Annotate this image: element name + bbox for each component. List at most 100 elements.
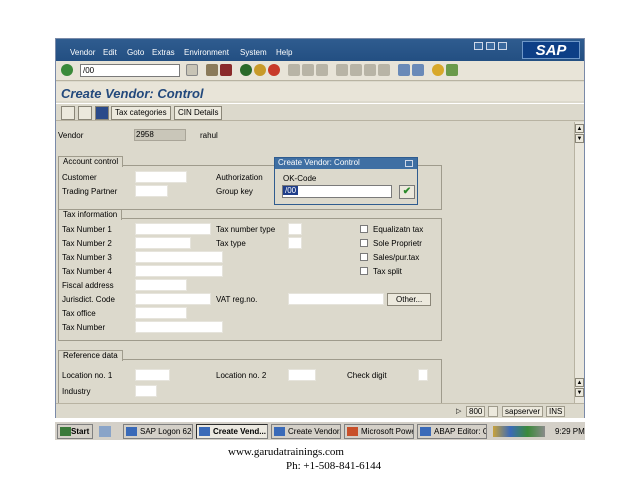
menu-edit[interactable]: Edit [103,48,117,57]
dropdown-icon[interactable] [186,64,198,76]
menu-system[interactable]: System [240,48,267,57]
trading-partner-field[interactable] [135,185,168,197]
scroll-down-icon[interactable]: ▼ [575,134,584,143]
tax-number-3-label: Tax Number 3 [62,253,112,262]
tray-icons[interactable] [493,426,545,437]
tax-number-1-field[interactable] [135,223,211,235]
tax-office-field[interactable] [135,307,187,319]
other-button[interactable]: Other... [387,293,432,306]
help-icon[interactable] [432,64,444,76]
print-icon[interactable] [288,64,300,76]
command-field[interactable]: /00 [80,64,180,77]
menu-goto[interactable]: Goto [127,48,144,57]
confirm-check-icon[interactable]: ✔ [399,185,415,199]
back-icon[interactable] [240,64,252,76]
tax-number-1-label: Tax Number 1 [62,225,112,234]
previous-page-icon[interactable] [350,64,362,76]
reference-data-title: Reference data [58,350,123,361]
tax-number-label: Tax Number [62,323,106,332]
vertical-scrollbar[interactable]: ▲ ▼ ▲ ▼ [574,122,584,403]
tax-number-2-label: Tax Number 2 [62,239,112,248]
vat-reg-field[interactable] [288,293,384,305]
task-label: Microsoft Powe... [361,427,413,436]
layout-icon[interactable] [446,64,458,76]
tax-office-label: Tax office [62,309,96,318]
display-change-icon[interactable] [61,106,75,120]
windows-icon [60,427,71,436]
task-abap-editor[interactable]: ABAP Editor: C... [417,424,487,439]
tax-number-4-field[interactable] [135,265,223,277]
page-title: Create Vendor: Control [61,86,204,101]
next-page-icon[interactable] [364,64,376,76]
ok-code-input[interactable]: /00 [282,185,392,198]
menu-extras[interactable]: Extras [152,48,175,57]
menu-vendor[interactable]: Vendor [70,48,95,57]
scroll-down-icon[interactable]: ▼ [575,388,584,397]
cancel-icon[interactable] [268,64,280,76]
status-bar: ▷ 800 sapserver INS [56,403,584,418]
save-icon[interactable] [220,64,232,76]
popup-close-icon[interactable] [405,160,413,167]
tax-number-field[interactable] [135,321,223,333]
tax-number-2-field[interactable] [135,237,191,249]
close-icon[interactable] [498,42,507,50]
tax-type-label: Tax type [216,239,246,248]
tax-type-field[interactable] [288,237,302,249]
tax-number-type-label: Tax number type [216,225,276,234]
reference-data-group: Reference data Location no. 1 Location n… [58,350,442,403]
task-sap-logon[interactable]: SAP Logon 620 [123,424,193,439]
maximize-icon[interactable] [486,42,495,50]
sole-proprietor-checkbox[interactable] [360,239,368,247]
exit-icon[interactable] [254,64,266,76]
info-icon[interactable] [95,106,109,120]
sole-proprietor-label: Sole Proprietr [373,239,422,248]
minimize-icon[interactable] [474,42,483,50]
tax-number-type-field[interactable] [288,223,302,235]
equalization-tax-checkbox[interactable] [360,225,368,233]
enter-icon[interactable] [61,64,73,76]
task-create-vendor-active[interactable]: Create Vend... [196,424,268,439]
trading-partner-label: Trading Partner [62,187,118,196]
find-next-icon[interactable] [316,64,328,76]
menu-help[interactable]: Help [276,48,292,57]
start-button[interactable]: Start [57,424,93,439]
fiscal-address-field[interactable] [135,279,187,291]
last-page-icon[interactable] [378,64,390,76]
show-desktop-icon[interactable] [99,426,111,437]
status-arrow-icon[interactable]: ▷ [456,407,462,416]
sales-pur-tax-checkbox[interactable] [360,253,368,261]
vat-reg-label: VAT reg.no. [216,295,258,304]
server-name: sapserver [502,406,544,417]
ok-code-value: /00 [283,186,299,195]
shortcut-icon[interactable] [412,64,424,76]
new-session-icon[interactable] [398,64,410,76]
fiscal-address-label: Fiscal address [62,281,114,290]
scroll-up-icon[interactable]: ▲ [575,124,584,133]
status-dropdown-icon[interactable] [488,406,498,417]
insert-mode: INS [546,406,566,417]
clock: 9:29 PM [555,427,585,436]
other-vendor-icon[interactable] [78,106,92,120]
menu-environment[interactable]: Environment [184,48,229,57]
find-icon[interactable] [302,64,314,76]
customer-field[interactable] [135,171,187,183]
scroll-up-icon[interactable]: ▲ [575,378,584,387]
task-powerpoint[interactable]: Microsoft Powe... [344,424,414,439]
industry-field[interactable] [135,385,157,397]
task-label: SAP Logon 620 [140,427,193,436]
task-label: ABAP Editor: C... [434,427,486,436]
location-1-field[interactable] [135,369,170,381]
equalization-tax-label: Equalizatn tax [373,225,424,234]
task-create-vendor[interactable]: Create Vendor... [271,424,341,439]
tax-categories-button[interactable]: Tax categories [111,106,171,120]
menu-bar: Vendor Edit Goto Extras Environment Syst… [56,39,584,61]
tax-number-3-field[interactable] [135,251,223,263]
jurisdict-code-field[interactable] [135,293,211,305]
first-page-icon[interactable] [336,64,348,76]
back-arrow-icon[interactable] [206,64,218,76]
cin-details-button[interactable]: CIN Details [174,106,223,120]
tax-split-checkbox[interactable] [360,267,368,275]
location-2-field[interactable] [288,369,316,381]
sap-icon [274,427,285,436]
check-digit-field[interactable] [418,369,428,381]
